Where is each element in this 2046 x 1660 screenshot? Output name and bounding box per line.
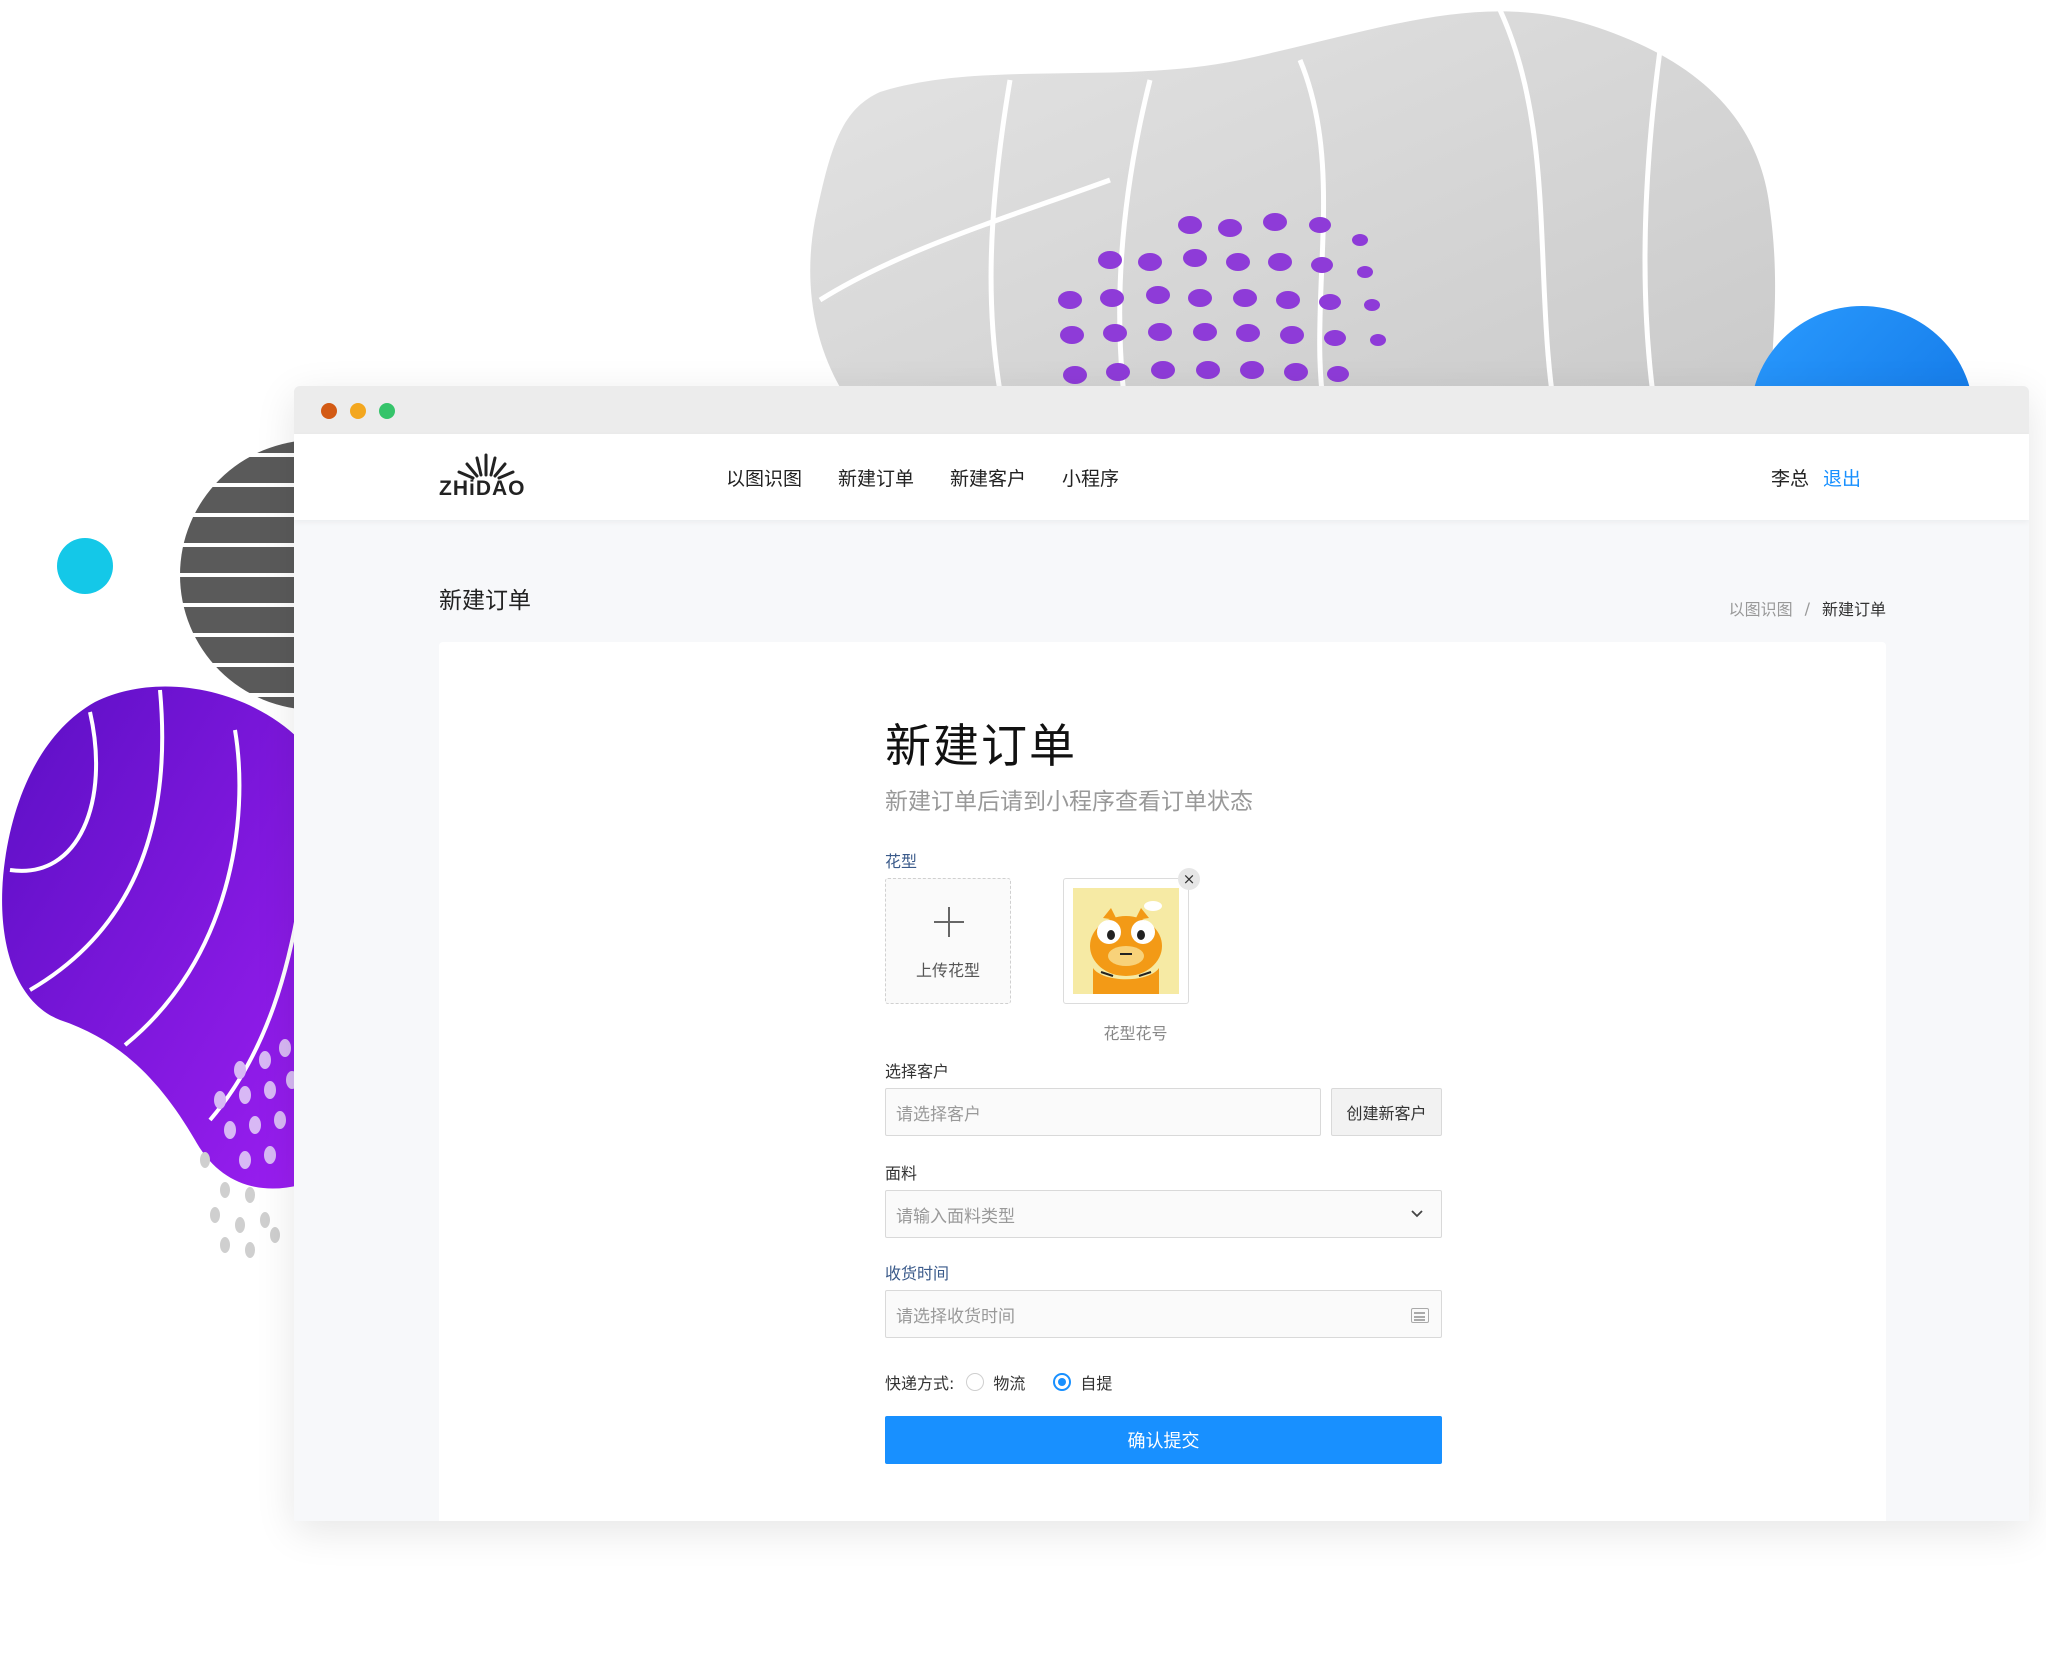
remove-thumbnail-icon[interactable]: × [1178,868,1200,890]
breadcrumb: 以图识图 / 新建订单 [1729,596,1886,620]
shipping-label: 快递方式: [885,1374,955,1393]
submit-button[interactable]: 确认提交 [885,1416,1442,1464]
fabric-label: 面料 [885,1164,918,1183]
create-customer-button[interactable]: 创建新客户 [1331,1088,1442,1136]
breadcrumb-item-current: 新建订单 [1821,600,1886,619]
brand-logo[interactable]: ZHiDAO [439,451,533,503]
window-maximize-dot[interactable] [379,403,395,419]
user-name: 李总 [1770,467,1809,490]
form-heading: 新建订单 [885,719,1077,773]
thumbnail-caption: 花型花号 [1103,1024,1168,1043]
pattern-thumbnail[interactable] [1063,878,1189,1004]
shipping-option-pickup[interactable]: 自提 [1053,1370,1112,1394]
plus-icon [934,907,964,937]
delivery-time-picker[interactable]: 请选择收货时间 [885,1290,1442,1338]
window-minimize-dot[interactable] [350,403,366,419]
stage: ZHiDAO 以图识图 新建订单 新建客户 小程序 李总 退出 新建订单 以图识… [0,0,2046,1660]
window-titlebar [294,386,2029,434]
fabric-select[interactable]: 请输入面料类型 [885,1190,1442,1238]
customer-select[interactable]: 请选择客户 [885,1088,1321,1136]
delivery-time-label: 收货时间 [885,1264,950,1283]
shipping-method: 快递方式: 物流 自提 [885,1370,1140,1394]
form-subheading: 新建订单后请到小程序查看订单状态 [885,789,1253,815]
pattern-label: 花型 [885,852,918,871]
top-navbar: ZHiDAO 以图识图 新建订单 新建客户 小程序 李总 退出 [294,434,2029,520]
radio-logistics-label: 物流 [993,1374,1026,1393]
logout-link[interactable]: 退出 [1823,464,1861,491]
customer-placeholder: 请选择客户 [896,1104,981,1125]
radio-pickup[interactable] [1053,1373,1072,1391]
form-card: 新建订单 新建订单后请到小程序查看订单状态 花型 上传花型 × 花型花号 选择客… [439,642,1886,1521]
shipping-option-logistics[interactable]: 物流 [966,1370,1025,1394]
purple-blob [2,686,300,1189]
user-area: 李总 退出 [1771,434,1861,520]
upload-pattern-button[interactable]: 上传花型 [885,878,1011,1004]
nav-item-new-order[interactable]: 新建订单 [838,464,914,491]
breadcrumb-separator: / [1804,598,1810,618]
breadcrumb-item-image-search[interactable]: 以图识图 [1729,596,1793,620]
nav-item-new-customer[interactable]: 新建客户 [950,464,1026,491]
radio-pickup-label: 自提 [1080,1374,1113,1393]
window-close-dot[interactable] [321,403,337,419]
chevron-down-icon [1411,1210,1423,1218]
main-nav: 以图识图 新建订单 新建客户 小程序 [726,434,1155,520]
calendar-icon [1411,1308,1429,1323]
logo-text: ZHiDAO [439,477,526,500]
pattern-image [1073,888,1179,994]
cat-cartoon-image [1073,888,1179,994]
radio-logistics[interactable] [966,1373,985,1391]
browser-window: ZHiDAO 以图识图 新建订单 新建客户 小程序 李总 退出 新建订单 以图识… [294,386,2029,1521]
nav-item-image-search[interactable]: 以图识图 [726,464,802,491]
delivery-time-placeholder: 请选择收货时间 [896,1306,1015,1327]
page-title: 新建订单 [439,588,531,614]
customer-label: 选择客户 [885,1062,950,1081]
nav-item-mini-program[interactable]: 小程序 [1062,464,1119,491]
fabric-placeholder: 请输入面料类型 [896,1206,1015,1227]
upload-pattern-label: 上传花型 [915,961,980,980]
cyan-dot [57,538,113,594]
